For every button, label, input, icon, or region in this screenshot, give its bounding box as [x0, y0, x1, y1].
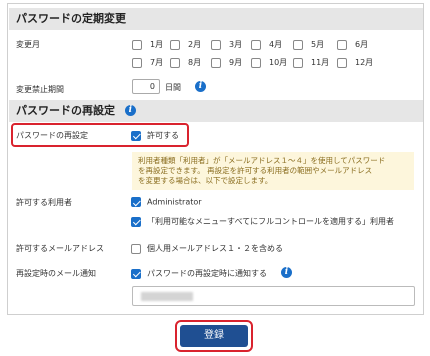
change-month-label: 変更月 — [16, 40, 40, 49]
redacted-value — [141, 292, 193, 301]
month-label: 2月 — [188, 40, 202, 49]
reset-note: 利用者種類「利用者」が「メールアドレス１～４」を使用してパスワード を再設定でき… — [132, 152, 414, 190]
month-option[interactable]: 4月 — [251, 39, 282, 50]
prohibit-period-label: 変更禁止期間 — [16, 85, 64, 94]
personal-email-checkbox[interactable] — [131, 243, 141, 254]
note-line: を再設定できます。 再設定を許可する利用者の範囲やメールアドレス — [138, 166, 373, 175]
month-checkbox[interactable] — [170, 57, 180, 68]
section-header-periodic-change: パスワードの定期変更 — [9, 8, 423, 30]
month-label: 3月 — [229, 40, 243, 49]
settings-panel: パスワードの定期変更 変更月 1月 2月 3月 4月 5月 6月 7月 8月 9月 10月 11月 1… — [7, 3, 424, 315]
allowed-user-option[interactable]: Administrator — [131, 197, 202, 207]
month-option[interactable]: 2月 — [170, 39, 201, 50]
reset-notify-checkbox[interactable] — [131, 268, 141, 279]
month-label: 7月 — [150, 58, 164, 67]
month-label: 4月 — [269, 40, 283, 49]
section-title-periodic-change: パスワードの定期変更 — [16, 12, 126, 25]
month-option[interactable]: 9月 — [211, 57, 242, 68]
reset-allow-checkbox[interactable] — [131, 130, 141, 141]
month-checkbox[interactable] — [211, 57, 221, 68]
note-line: 利用者種類「利用者」が「メールアドレス１～４」を使用してパスワード — [138, 156, 386, 165]
month-checkbox[interactable] — [293, 57, 303, 68]
section-header-reset: パスワードの再設定 i — [9, 100, 423, 122]
submit-button[interactable]: 登録 — [180, 325, 248, 347]
allowed-emails-option[interactable]: 個人用メールアドレス１・２を含める — [131, 243, 283, 254]
full-control-users-label: 「利用可能なメニューすべてにフルコントロールを適用する」利用者 — [147, 217, 394, 226]
reset-label: パスワードの再設定 — [16, 131, 88, 140]
personal-email-label: 個人用メールアドレス１・２を含める — [147, 244, 283, 253]
month-checkbox[interactable] — [211, 39, 221, 50]
info-icon[interactable]: i — [281, 267, 292, 278]
month-option[interactable]: 12月 — [337, 57, 373, 68]
month-label: 8月 — [188, 58, 202, 67]
submit-highlight: 登録 — [175, 320, 253, 352]
month-label: 10月 — [269, 58, 288, 67]
month-label: 11月 — [311, 58, 330, 67]
month-label: 9月 — [229, 58, 243, 67]
month-checkbox[interactable] — [251, 57, 261, 68]
month-option[interactable]: 6月 — [337, 39, 368, 50]
allowed-user-option[interactable]: 「利用可能なメニューすべてにフルコントロールを適用する」利用者 — [131, 216, 394, 227]
month-checkbox[interactable] — [132, 57, 142, 68]
reset-notify-option-label: パスワードの再設定時に通知する — [147, 269, 267, 278]
note-line: を変更する場合は、以下で設定します。 — [138, 176, 273, 185]
allowed-emails-label: 許可するメールアドレス — [16, 244, 104, 253]
month-checkbox[interactable] — [251, 39, 261, 50]
administrator-checkbox[interactable] — [131, 197, 141, 207]
month-label: 1月 — [150, 40, 164, 49]
notify-email-input[interactable] — [132, 286, 415, 306]
month-option[interactable]: 5月 — [293, 39, 324, 50]
section-title-reset: パスワードの再設定 — [16, 104, 115, 117]
reset-notify-option[interactable]: パスワードの再設定時に通知する — [131, 268, 267, 279]
month-option[interactable]: 1月 — [132, 39, 163, 50]
reset-allow-checkbox-row[interactable]: 許可する — [131, 130, 179, 141]
month-checkbox[interactable] — [337, 57, 347, 68]
month-label: 12月 — [355, 58, 374, 67]
month-checkbox[interactable] — [132, 39, 142, 50]
month-checkbox[interactable] — [337, 39, 347, 50]
allowed-users-label: 許可する利用者 — [16, 198, 72, 207]
prohibit-days-input[interactable]: 0 — [132, 79, 160, 94]
reset-allow-label: 許可する — [147, 131, 179, 140]
info-icon[interactable]: i — [195, 81, 206, 92]
month-option[interactable]: 10月 — [251, 57, 287, 68]
month-label: 5月 — [311, 40, 325, 49]
month-option[interactable]: 7月 — [132, 57, 163, 68]
full-control-users-checkbox[interactable] — [131, 216, 141, 227]
month-option[interactable]: 3月 — [211, 39, 242, 50]
info-icon[interactable]: i — [124, 104, 136, 116]
month-option[interactable]: 11月 — [293, 57, 329, 68]
administrator-label: Administrator — [147, 197, 202, 207]
reset-notify-label: 再設定時のメール通知 — [16, 269, 96, 278]
month-option[interactable]: 8月 — [170, 57, 201, 68]
month-checkbox[interactable] — [170, 39, 180, 50]
days-unit-label: 日間 — [165, 83, 181, 92]
month-label: 6月 — [355, 40, 369, 49]
month-checkbox[interactable] — [293, 39, 303, 50]
